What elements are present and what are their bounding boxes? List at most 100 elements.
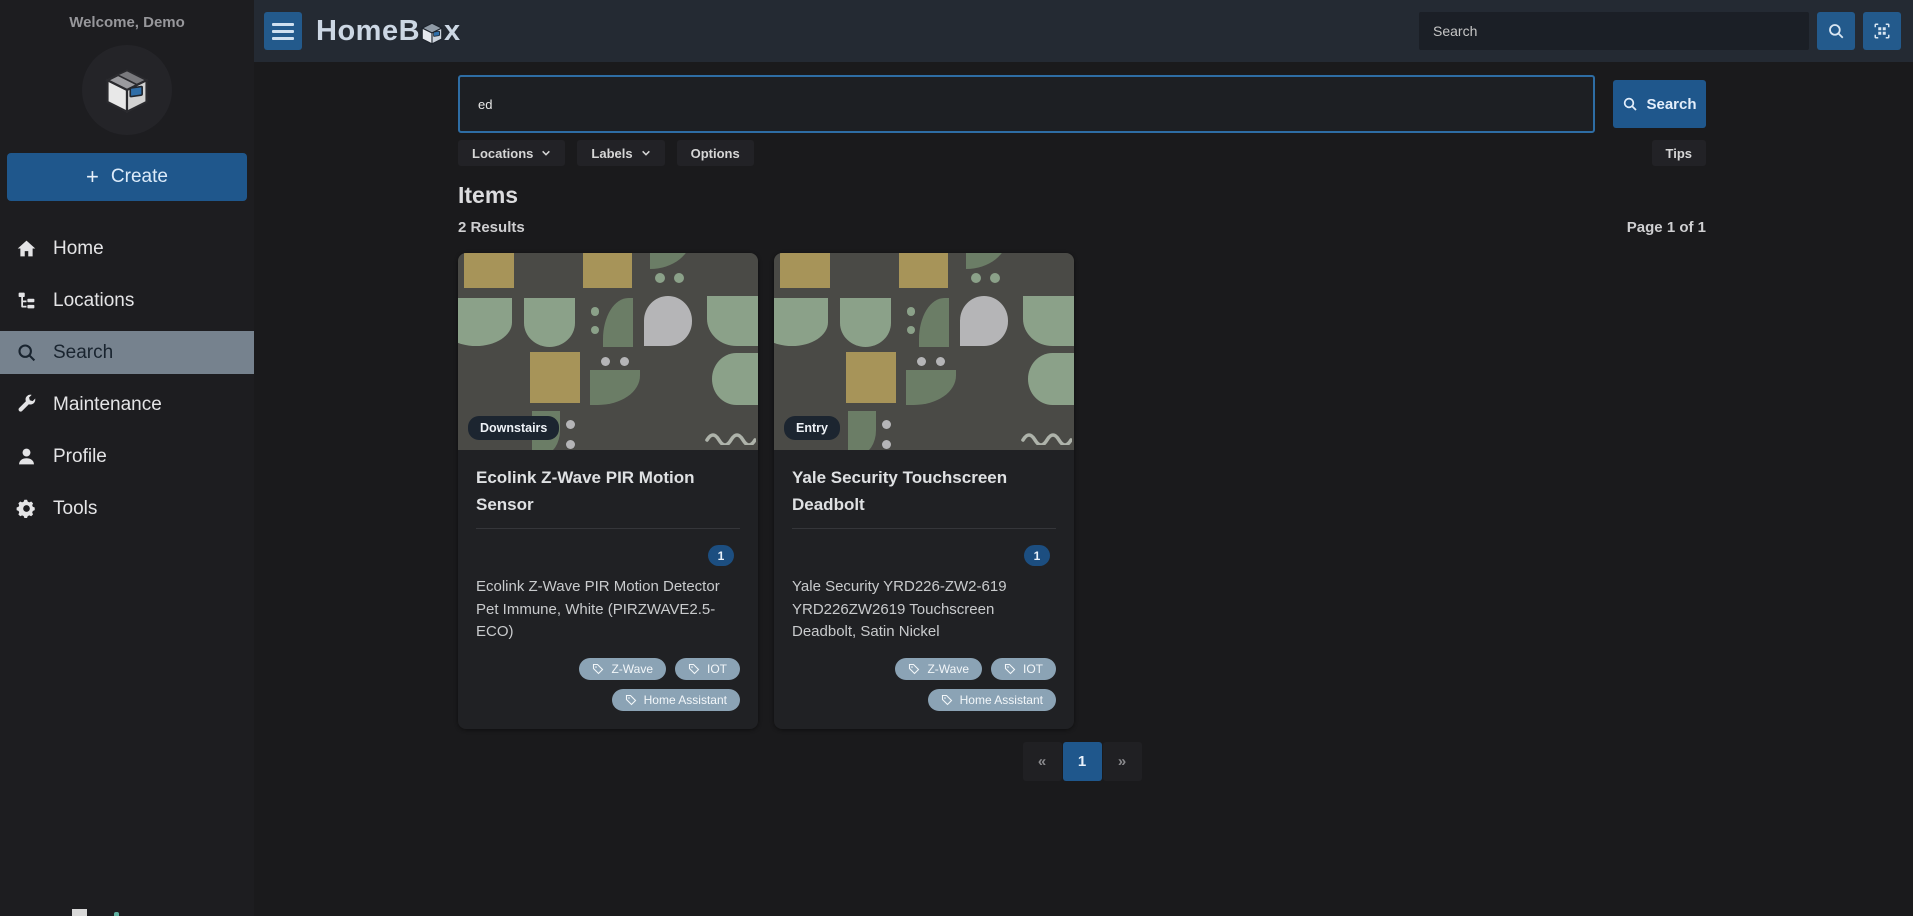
create-button-label: Create <box>110 166 168 187</box>
item-location-badge[interactable]: Downstairs <box>468 416 560 440</box>
sidebar-nav: Home Locations Search Maintenance Profil… <box>0 227 254 539</box>
box-logo-icon <box>421 22 443 45</box>
item-description: Ecolink Z-Wave PIR Motion Detector Pet I… <box>476 578 720 641</box>
label-chip-text: Home Assistant <box>959 692 1043 707</box>
pagination-prev-button[interactable]: « <box>1022 741 1062 781</box>
label-chip[interactable]: Home Assistant <box>611 688 740 711</box>
brand-suffix: x <box>444 14 461 47</box>
chevron-down-icon <box>641 150 650 156</box>
labels-filter-label: Labels <box>591 145 633 161</box>
squiggle-decoration <box>705 433 756 445</box>
label-chip-text: Z-Wave <box>611 661 653 676</box>
search-row: Search <box>458 75 1706 133</box>
label-chip-text: IOT <box>1023 661 1043 676</box>
item-location-badge[interactable]: Entry <box>784 416 840 440</box>
locations-tree-icon <box>18 292 35 309</box>
item-title[interactable]: Yale Security Touchscreen Deadbolt <box>792 464 1056 518</box>
item-quantity-badge: 1 <box>708 545 734 567</box>
brand-logo[interactable]: HomeB x <box>316 15 461 48</box>
plus-icon: + <box>86 164 99 189</box>
sidebar-item-label: Profile <box>53 445 107 467</box>
search-button[interactable]: Search <box>1613 80 1706 128</box>
home-icon <box>17 240 36 257</box>
tag-icon <box>909 663 920 675</box>
footer-clipped-text <box>70 907 190 916</box>
item-card[interactable]: Downstairs Ecolink Z-Wave PIR Motion Sen… <box>458 253 758 729</box>
tag-icon <box>625 694 636 706</box>
sidebar-item-label: Home <box>53 237 104 259</box>
sidebar-logo <box>0 45 254 135</box>
pagination-next-button[interactable]: » <box>1102 741 1142 781</box>
wrench-icon <box>18 394 36 412</box>
item-description: Yale Security YRD226-ZW2-619 YRD226ZW261… <box>792 578 1007 641</box>
item-cards-grid: Downstairs Ecolink Z-Wave PIR Motion Sen… <box>458 253 1706 729</box>
label-chip[interactable]: Home Assistant <box>927 688 1056 711</box>
chevron-down-icon <box>542 150 551 156</box>
label-chip[interactable]: Z-Wave <box>579 657 666 680</box>
item-card[interactable]: Entry Yale Security Touchscreen Deadbolt… <box>774 253 1074 729</box>
tips-button[interactable]: Tips <box>1651 140 1706 166</box>
welcome-text: Welcome, Demo <box>69 14 185 31</box>
quantity-row: 1 <box>792 545 1050 567</box>
item-title[interactable]: Ecolink Z-Wave PIR Motion Sensor <box>476 464 740 518</box>
divider <box>792 528 1056 530</box>
tag-icon <box>593 663 604 675</box>
topbar-actions <box>1419 12 1901 50</box>
search-icon <box>1829 24 1844 39</box>
sidebar-item-home[interactable]: Home <box>0 227 254 270</box>
hamburger-icon <box>272 22 294 26</box>
options-button[interactable]: Options <box>676 140 754 166</box>
results-row: 2 Results Page 1 of 1 <box>458 219 1706 236</box>
quantity-row: 1 <box>476 545 734 567</box>
squiggle-decoration <box>1021 433 1072 445</box>
divider <box>476 528 740 530</box>
label-chip[interactable]: Z-Wave <box>895 657 982 680</box>
footer-glyph <box>72 909 87 916</box>
tag-icon <box>1004 663 1016 675</box>
item-image: Entry <box>774 253 1074 450</box>
sidebar-item-maintenance[interactable]: Maintenance <box>0 383 254 426</box>
menu-button[interactable] <box>264 12 302 50</box>
item-card-body: Ecolink Z-Wave PIR Motion Sensor 1 Ecoli… <box>458 450 758 729</box>
search-page: Search Locations Labels Options Tips <box>254 62 1913 916</box>
tag-icon <box>941 694 952 706</box>
item-labels: Z-Wave IOT Home Assistant <box>792 644 1056 711</box>
page-info: Page 1 of 1 <box>1626 219 1706 236</box>
label-chip[interactable]: IOT <box>675 657 740 680</box>
item-image: Downstairs <box>458 253 758 450</box>
sidebar-item-tools[interactable]: Tools <box>0 487 254 530</box>
label-chip-text: Z-Wave <box>927 661 969 676</box>
create-button[interactable]: + Create <box>7 153 247 201</box>
sidebar-item-label: Maintenance <box>53 393 162 415</box>
footer-dot <box>114 912 119 916</box>
search-icon <box>18 344 36 362</box>
main-column: HomeB x Search ed Search Locations Label… <box>254 0 1913 916</box>
qr-scan-button[interactable] <box>1863 12 1901 50</box>
item-card-body: Yale Security Touchscreen Deadbolt 1 Yal… <box>774 450 1074 729</box>
locations-filter-label: Locations <box>472 145 534 161</box>
search-icon <box>1624 97 1638 111</box>
pagination-page-1-button[interactable]: 1 <box>1062 741 1102 781</box>
locations-filter-button[interactable]: Locations <box>458 140 566 166</box>
homebox-app: Welcome, Demo + Create Home Locations Se… <box>0 0 1913 916</box>
topbar-search-input[interactable] <box>1419 12 1809 50</box>
results-count: 2 Results <box>458 219 525 236</box>
sidebar-item-label: Locations <box>53 289 135 311</box>
sidebar-item-label: Tools <box>53 497 98 519</box>
person-icon <box>19 448 34 465</box>
label-chip-text: IOT <box>707 661 727 676</box>
label-chip[interactable]: IOT <box>991 657 1056 680</box>
sidebar-item-profile[interactable]: Profile <box>0 435 254 478</box>
tag-icon <box>688 663 700 675</box>
gear-icon <box>16 499 35 518</box>
sidebar-item-locations[interactable]: Locations <box>0 279 254 322</box>
topbar-search-button[interactable] <box>1817 12 1855 50</box>
sidebar-item-search[interactable]: Search <box>0 331 254 374</box>
brand-prefix: HomeB <box>316 14 421 47</box>
options-button-label: Options <box>690 145 740 161</box>
sidebar: Welcome, Demo + Create Home Locations Se… <box>0 0 254 916</box>
labels-filter-button[interactable]: Labels <box>577 140 665 166</box>
items-heading: Items <box>458 182 519 208</box>
main-search-input[interactable] <box>458 75 1595 133</box>
search-button-label: Search <box>1646 95 1697 113</box>
